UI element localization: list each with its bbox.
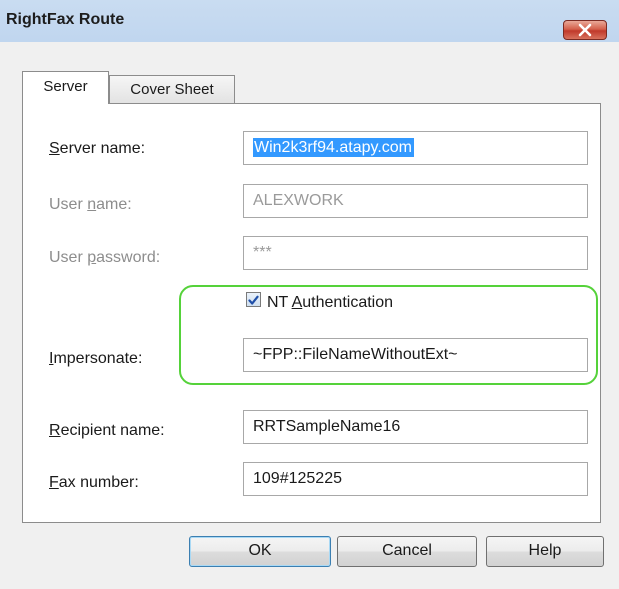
- close-icon: [578, 23, 592, 37]
- label-text: ax number:: [58, 474, 139, 491]
- impersonate-input[interactable]: ~FPP::FileNameWithoutExt~: [243, 338, 588, 372]
- help-button[interactable]: Help: [486, 536, 604, 567]
- ok-button[interactable]: OK: [189, 536, 331, 567]
- server-name-label: Server name:: [49, 140, 145, 158]
- nt-authentication-checkbox[interactable]: [246, 292, 261, 307]
- cancel-button[interactable]: Cancel: [337, 536, 477, 567]
- label-text: mpersonate:: [53, 350, 143, 367]
- user-name-input[interactable]: ALEXWORK: [243, 184, 588, 218]
- nt-authentication-label[interactable]: NT Authentication: [267, 294, 393, 312]
- access-key: R: [49, 422, 61, 439]
- access-key: F: [49, 474, 59, 491]
- access-key: A: [291, 294, 303, 311]
- label-text: ame:: [96, 196, 132, 213]
- label-text: assword:: [96, 249, 161, 266]
- title-bar[interactable]: RightFax Route: [0, 0, 619, 42]
- user-name-label: User name:: [49, 196, 132, 214]
- window-title: RightFax Route: [6, 11, 125, 28]
- checkmark-icon: [248, 295, 259, 305]
- label-text: User: [49, 196, 88, 213]
- impersonate-label: Impersonate:: [49, 350, 142, 368]
- access-key: n: [87, 196, 97, 213]
- close-button[interactable]: [563, 20, 607, 40]
- selected-text: Win2k3rf94.atapy.com: [253, 138, 414, 157]
- tab-cover-sheet[interactable]: Cover Sheet: [109, 75, 235, 104]
- access-key: S: [49, 140, 60, 157]
- server-name-input[interactable]: Win2k3rf94.atapy.com: [243, 131, 588, 165]
- recipient-name-label: Recipient name:: [49, 422, 165, 440]
- label-text: NT: [267, 294, 292, 311]
- access-key: p: [87, 249, 97, 266]
- label-text: uthentication: [302, 294, 394, 311]
- fax-number-label: Fax number:: [49, 474, 139, 492]
- user-password-input[interactable]: ***: [243, 236, 588, 270]
- dialog-window: RightFax Route Server Cover Sheet Server…: [0, 0, 619, 589]
- label-text: erver name:: [59, 140, 146, 157]
- label-text: User: [49, 249, 88, 266]
- user-password-label: User password:: [49, 249, 160, 267]
- tab-server[interactable]: Server: [22, 71, 109, 104]
- recipient-name-input[interactable]: RRTSampleName16: [243, 410, 588, 444]
- fax-number-input[interactable]: 109#125225: [243, 462, 588, 496]
- label-text: ecipient name:: [60, 422, 165, 439]
